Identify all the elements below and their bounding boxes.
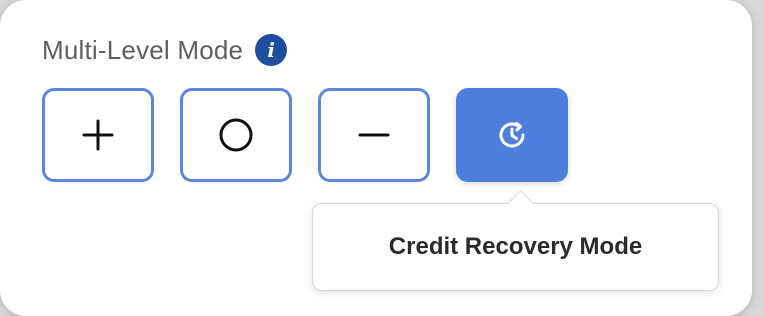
circle-mode-button[interactable] — [180, 88, 292, 182]
plus-mode-button[interactable] — [42, 88, 154, 182]
tooltip-text: Credit Recovery Mode — [388, 233, 643, 260]
clock-refresh-icon — [499, 122, 525, 148]
circle-icon — [219, 118, 253, 152]
mode-tooltip: Credit Recovery Mode — [312, 190, 719, 291]
mode-button-row — [42, 88, 594, 182]
minus-icon — [358, 133, 390, 137]
multi-level-mode-card: Multi-Level Mode i Credit Recovery Mode — [0, 0, 752, 316]
panel-header: Multi-Level Mode i — [42, 34, 288, 66]
plus-icon — [82, 119, 114, 151]
tooltip-arrow — [507, 190, 534, 217]
minus-mode-button[interactable] — [318, 88, 430, 182]
info-icon[interactable]: i — [255, 34, 288, 66]
credit-recovery-mode-button[interactable] — [456, 88, 568, 182]
panel-title: Multi-Level Mode — [42, 34, 244, 65]
